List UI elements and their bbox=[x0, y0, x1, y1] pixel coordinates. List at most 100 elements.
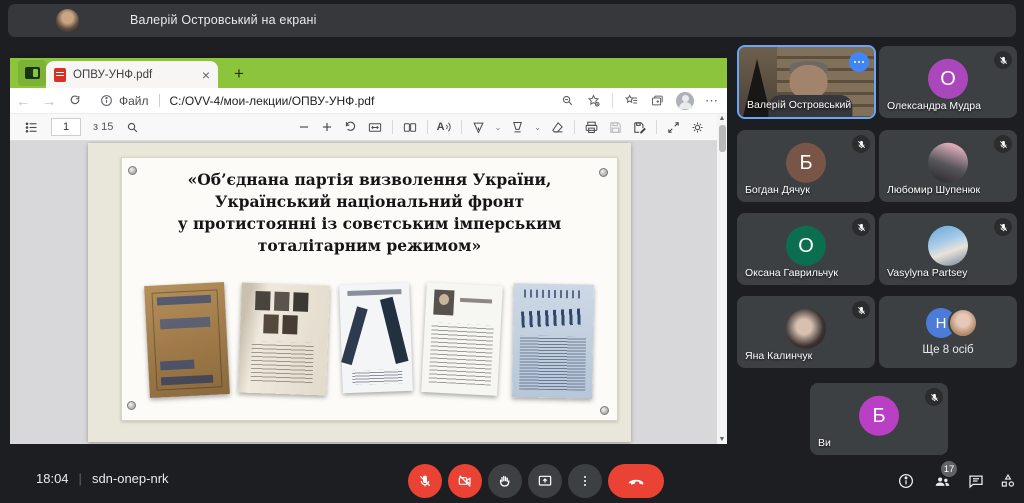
zoom-in-icon[interactable] bbox=[320, 120, 334, 134]
refresh-button[interactable] bbox=[62, 94, 88, 108]
eraser-icon[interactable] bbox=[550, 120, 565, 135]
participant-tile-presenter[interactable]: Валерій Островський bbox=[737, 45, 876, 119]
mic-off-icon bbox=[925, 388, 943, 406]
participant-name: Олександра Мудра bbox=[887, 100, 981, 112]
fit-to-width-icon[interactable] bbox=[367, 120, 383, 135]
slide-photo-row bbox=[122, 284, 617, 398]
pdf-scrollbar[interactable]: ▲ ▼ bbox=[717, 114, 727, 444]
participant-tile[interactable]: Любомир Шупенюк bbox=[879, 130, 1017, 202]
read-aloud-button[interactable]: A bbox=[437, 121, 452, 133]
clock-time: 18:04 bbox=[36, 471, 69, 486]
scroll-up-icon[interactable]: ▲ bbox=[717, 115, 727, 122]
participant-tile[interactable]: Б Богдан Дячук bbox=[737, 130, 875, 202]
pdf-settings-gear-icon[interactable] bbox=[690, 120, 705, 135]
pushpin-icon bbox=[599, 168, 608, 177]
rotate-icon[interactable] bbox=[343, 120, 358, 135]
google-meet-window: Валерій Островський на екрані ОПВУ-УНФ.p… bbox=[0, 0, 1024, 503]
camera-toggle-button[interactable] bbox=[448, 464, 482, 498]
workspaces-button[interactable] bbox=[18, 60, 46, 86]
photo-open-book-with-photographs bbox=[238, 282, 330, 395]
toolbar-divider bbox=[574, 120, 575, 134]
presenting-banner: Валерій Островський на екрані bbox=[8, 4, 1016, 37]
table-of-contents-icon[interactable] bbox=[24, 120, 39, 135]
new-tab-button[interactable]: + bbox=[228, 63, 250, 85]
mic-off-icon bbox=[852, 135, 870, 153]
photo-publications-collage-page bbox=[339, 283, 413, 393]
address-divider bbox=[159, 94, 160, 107]
participant-tile[interactable]: Яна Калинчук bbox=[737, 296, 875, 368]
avatar-photo bbox=[948, 308, 978, 338]
more-options-button[interactable] bbox=[568, 464, 602, 498]
fullscreen-icon[interactable] bbox=[666, 120, 681, 135]
info-divider: | bbox=[79, 471, 82, 486]
presenting-banner-text: Валерій Островський на екрані bbox=[130, 13, 317, 27]
participant-tile[interactable]: Vasylyna Partsey bbox=[879, 213, 1017, 285]
toolbar-divider bbox=[612, 93, 613, 108]
avatar-photo bbox=[786, 309, 826, 349]
browser-menu-icon[interactable]: ⋯ bbox=[705, 93, 719, 109]
browser-tab-active[interactable]: ОПВУ-УНФ.pdf × bbox=[46, 61, 218, 88]
photo-archival-document-cover bbox=[144, 282, 230, 398]
activities-button[interactable] bbox=[997, 470, 1019, 492]
page-view-icon[interactable] bbox=[402, 120, 418, 135]
tab-title: ОПВУ-УНФ.pdf bbox=[73, 69, 195, 81]
pushpin-icon bbox=[128, 166, 137, 175]
participant-name: Vasylyna Partsey bbox=[887, 267, 967, 279]
save-icon-disabled bbox=[608, 120, 623, 135]
add-favorite-icon[interactable] bbox=[586, 93, 601, 108]
pdf-file-icon bbox=[54, 68, 66, 82]
pdf-toolbar: 1 з 15 A ⌄ ⌄ bbox=[10, 114, 727, 141]
call-controls bbox=[408, 464, 664, 498]
meeting-details-button[interactable] bbox=[895, 470, 917, 492]
raise-hand-button[interactable] bbox=[488, 464, 522, 498]
toolbar-divider bbox=[392, 120, 393, 134]
address-bar: ← → Файл C:/OVV-4/мои-лекции/ОПВУ-УНФ.pd… bbox=[10, 88, 727, 114]
highlight-options-chevron-icon[interactable]: ⌄ bbox=[534, 123, 541, 132]
print-icon[interactable] bbox=[584, 120, 599, 135]
scroll-down-icon[interactable]: ▼ bbox=[717, 436, 727, 443]
chat-panel-button[interactable] bbox=[965, 470, 987, 492]
address-field[interactable]: Файл C:/OVV-4/мои-лекции/ОПВУ-УНФ.pdf bbox=[100, 94, 374, 108]
draw-options-chevron-icon[interactable]: ⌄ bbox=[495, 123, 502, 132]
presenter-avatar bbox=[56, 9, 79, 32]
participant-tile[interactable]: О Оксана Гаврильчук bbox=[737, 213, 875, 285]
end-call-button[interactable] bbox=[608, 464, 664, 498]
overflow-participants-tile[interactable]: Н Ще 8 осіб bbox=[879, 296, 1017, 368]
favorites-bar-icon[interactable] bbox=[624, 93, 639, 108]
address-url[interactable]: C:/OVV-4/мои-лекции/ОПВУ-УНФ.pdf bbox=[170, 94, 375, 108]
toolbar-divider bbox=[656, 120, 657, 134]
mic-toggle-button[interactable] bbox=[408, 464, 442, 498]
participant-name: Любомир Шупенюк bbox=[887, 184, 980, 196]
pushpin-icon bbox=[600, 406, 609, 415]
participant-tile[interactable]: О Олександра Мудра bbox=[879, 46, 1017, 118]
participants-panel-button[interactable]: 17 bbox=[931, 470, 953, 492]
draw-pen-icon[interactable] bbox=[471, 120, 486, 135]
pushpin-icon bbox=[127, 401, 136, 410]
page-number-input[interactable]: 1 bbox=[51, 118, 81, 136]
tile-more-options-button[interactable] bbox=[849, 52, 869, 72]
zoom-out-icon[interactable] bbox=[297, 120, 311, 134]
overflow-label: Ще 8 осіб bbox=[922, 344, 973, 356]
back-button[interactable]: ← bbox=[10, 93, 36, 109]
forward-button[interactable]: → bbox=[36, 93, 62, 109]
highlighter-icon[interactable] bbox=[510, 120, 525, 135]
present-screen-button[interactable] bbox=[528, 464, 562, 498]
photo-page-with-portrait bbox=[421, 282, 503, 396]
self-view-tile[interactable]: Б Ви bbox=[810, 383, 948, 455]
participant-name: Оксана Гаврильчук bbox=[745, 267, 838, 279]
toolbar-divider bbox=[427, 120, 428, 134]
collections-icon[interactable] bbox=[650, 93, 665, 108]
browser-tab-bar: ОПВУ-УНФ.pdf × + bbox=[10, 58, 727, 88]
file-scheme-label: Файл bbox=[119, 94, 149, 108]
profile-avatar-icon[interactable] bbox=[676, 92, 694, 110]
avatar-photo bbox=[928, 143, 968, 183]
self-label: Ви bbox=[818, 437, 831, 449]
avatar-initial: О bbox=[928, 59, 968, 99]
pdf-search-icon[interactable] bbox=[125, 120, 140, 135]
page-info-icon[interactable] bbox=[100, 94, 113, 107]
scrollbar-thumb[interactable] bbox=[719, 125, 726, 152]
tab-close-icon[interactable]: × bbox=[202, 68, 210, 82]
pdf-viewer[interactable]: «Об’єднана партія визволення України, Ук… bbox=[10, 141, 727, 444]
zoom-search-icon[interactable] bbox=[560, 93, 575, 108]
save-as-icon[interactable] bbox=[632, 120, 647, 135]
